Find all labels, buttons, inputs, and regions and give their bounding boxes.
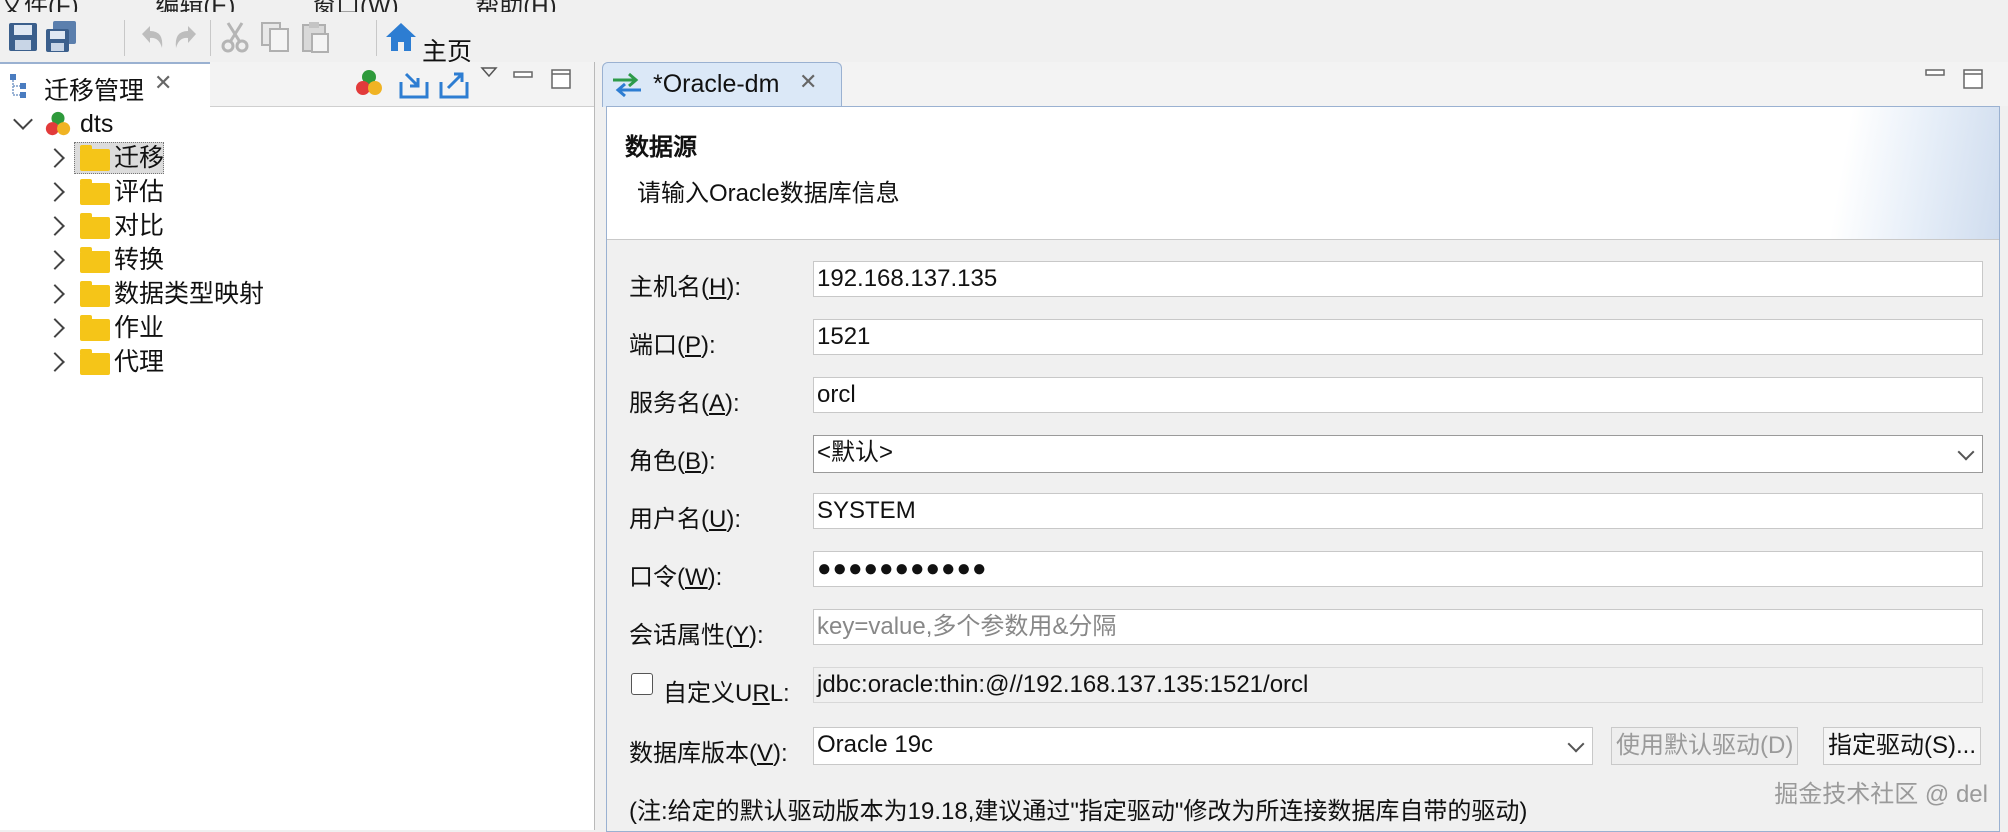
tab-title: 迁移管理 (44, 77, 145, 105)
tree-label: 迁移 (114, 144, 165, 172)
host-input[interactable]: 192.168.137.135 (813, 261, 1983, 297)
maximize-icon[interactable] (550, 68, 572, 90)
chevron-right-icon[interactable] (45, 216, 65, 236)
tree-view-icon (10, 74, 26, 98)
tree-item-jobs[interactable]: 作业 (0, 312, 594, 344)
folder-icon (80, 145, 110, 171)
session-attributes-input[interactable]: key=value,多个参数用&分隔 (813, 609, 1983, 645)
tree-item-compare[interactable]: 对比 (0, 210, 594, 242)
editor-tabbar: *Oracle-dm ✕ (602, 62, 2008, 107)
database-icon (45, 111, 71, 136)
tree-label: 数据类型映射 (114, 280, 265, 308)
tree-label: 作业 (114, 314, 165, 342)
tree-item-migration[interactable]: 迁移 (0, 142, 594, 174)
role-select[interactable]: <默认> (813, 435, 1983, 473)
tab-migration-management[interactable]: 迁移管理 ✕ (0, 62, 210, 108)
user-label: 用户名(U): (629, 506, 742, 533)
folder-icon (80, 281, 110, 307)
jdbc-url-input[interactable]: jdbc:oracle:thin:@//192.168.137.135:1521… (813, 667, 1983, 703)
chevron-down-icon (1957, 443, 1975, 461)
tree-item-assessment[interactable]: 评估 (0, 176, 594, 208)
port-input[interactable]: 1521 (813, 319, 1983, 355)
tree-item-convert[interactable]: 转换 (0, 244, 594, 276)
chevron-right-icon[interactable] (45, 182, 65, 202)
banner-description: 请输入Oracle数据库信息 (637, 180, 900, 207)
session-attributes-label: 会话属性(Y): (629, 622, 764, 649)
save-icon[interactable] (6, 20, 40, 54)
undo-icon[interactable] (134, 20, 168, 54)
chevron-right-icon[interactable] (45, 352, 65, 372)
custom-url-label[interactable]: 自定义URL: (663, 673, 790, 708)
username-input[interactable]: SYSTEM (813, 493, 1983, 529)
editor-area: *Oracle-dm ✕ 数据源 请输入Oracle数据库信息 主机名(H): … (602, 62, 2008, 832)
folder-icon (80, 179, 110, 205)
service-label: 服务名(A): (629, 390, 740, 417)
view-menu-icon[interactable] (480, 66, 498, 80)
port-label: 端口(P): (629, 332, 716, 359)
maximize-icon[interactable] (1962, 68, 1984, 90)
host-label: 主机名(H): (629, 274, 742, 301)
custom-url-checkbox[interactable] (631, 673, 653, 695)
banner-title: 数据源 (625, 134, 697, 161)
chevron-right-icon[interactable] (45, 318, 65, 338)
service-name-input[interactable]: orcl (813, 377, 1983, 413)
tree-item-datatype-mapping[interactable]: 数据类型映射 (0, 278, 594, 310)
chevron-right-icon[interactable] (45, 284, 65, 304)
watermark-text: 掘金技术社区 @ del (1774, 781, 1988, 808)
close-icon[interactable]: ✕ (799, 69, 817, 95)
role-label: 角色(B): (629, 448, 716, 475)
tree-root-dts[interactable]: dts (0, 108, 594, 140)
migration-view: 迁移管理 ✕ dts 迁移 评估 对比 转换 数据类型映射 作业 代理 (0, 62, 595, 830)
password-input[interactable]: ●●●●●●●●●●● (813, 551, 1983, 587)
use-default-driver-button[interactable]: 使用默认驱动(D) (1611, 727, 1799, 765)
chevron-down-icon (1567, 735, 1585, 753)
chevron-right-icon[interactable] (45, 148, 65, 168)
menubar: 文件(F) 编辑(E) 窗口(W) 帮助(H) (0, 0, 2008, 20)
export-icon[interactable] (438, 68, 470, 100)
save-all-icon[interactable] (44, 20, 78, 54)
cut-icon[interactable] (218, 20, 252, 54)
chevron-right-icon[interactable] (45, 250, 65, 270)
toolbar: 主页 (0, 12, 2008, 66)
tree-label: dts (80, 110, 114, 138)
minimize-icon[interactable] (512, 70, 534, 80)
role-select-value: <默认> (817, 439, 894, 466)
tree-label: 评估 (114, 178, 165, 206)
driver-note: (注:给定的默认驱动版本为19.18,建议通过"指定驱动"修改为所连接数据库自带… (629, 798, 1528, 825)
copy-icon[interactable] (258, 20, 292, 54)
folder-icon (80, 349, 110, 375)
folder-icon (80, 315, 110, 341)
paste-icon[interactable] (298, 20, 332, 54)
tree-label: 代理 (114, 348, 165, 376)
expand-icon[interactable] (13, 110, 33, 130)
db-version-select[interactable]: Oracle 19c (813, 727, 1593, 765)
folder-icon (80, 247, 110, 273)
migration-arrows-icon (613, 72, 641, 98)
tree-item-agents[interactable]: 代理 (0, 346, 594, 378)
password-label: 口令(W): (629, 564, 723, 591)
datasource-form: 数据源 请输入Oracle数据库信息 主机名(H): 192.168.137.1… (606, 106, 2000, 832)
close-icon[interactable]: ✕ (154, 70, 172, 96)
view-tabbar: 迁移管理 ✕ (0, 62, 594, 108)
database-connect-icon[interactable] (354, 68, 384, 98)
specify-driver-button[interactable]: 指定驱动(S)... (1823, 727, 1981, 765)
home-icon[interactable] (384, 20, 418, 54)
tree-label: 对比 (114, 212, 165, 240)
redo-icon[interactable] (170, 20, 204, 54)
minimize-icon[interactable] (1924, 68, 1946, 78)
folder-icon (80, 213, 110, 239)
tree-label: 转换 (114, 246, 165, 274)
import-icon[interactable] (398, 68, 430, 100)
db-version-value: Oracle 19c (817, 731, 934, 758)
tab-title: *Oracle-dm (653, 70, 780, 98)
wizard-banner: 数据源 请输入Oracle数据库信息 (607, 107, 1999, 240)
db-version-label: 数据库版本(V): (629, 740, 788, 767)
tab-oracle-dm[interactable]: *Oracle-dm ✕ (602, 62, 842, 107)
